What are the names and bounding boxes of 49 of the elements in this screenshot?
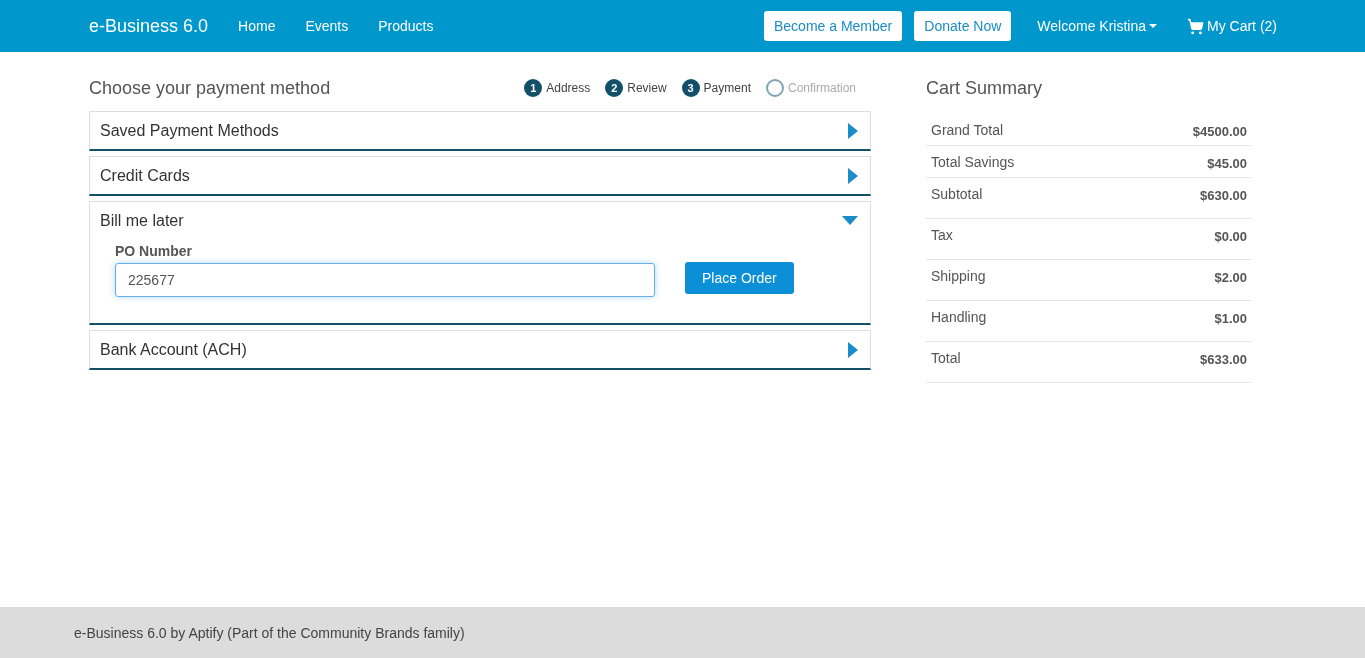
- nav-link[interactable]: Products: [378, 18, 434, 34]
- caret-right-icon: [848, 341, 858, 358]
- nav-button[interactable]: Donate Now: [914, 11, 1012, 41]
- summary-label: Shipping: [931, 268, 986, 284]
- accordion-header[interactable]: Bill me later: [90, 202, 870, 239]
- summary-value: $1.00: [1214, 310, 1247, 326]
- accordion-header[interactable]: Bank Account (ACH): [90, 331, 870, 368]
- summary-value: $4500.00: [1192, 123, 1247, 139]
- summary-value: $633.00: [1200, 351, 1247, 367]
- summary-label: Subtotal: [931, 186, 983, 202]
- caret-right-icon: [848, 122, 858, 139]
- step-marker: 1: [524, 79, 543, 97]
- summary-value: $630.00: [1200, 187, 1247, 203]
- field-label: PO Number: [115, 243, 193, 259]
- step-label: Confirmation: [787, 81, 856, 95]
- summary-label: Handling: [931, 309, 987, 325]
- step-marker: 2: [605, 79, 624, 97]
- accordion-header[interactable]: Credit Cards: [90, 157, 870, 194]
- step-label: Payment: [703, 81, 751, 95]
- accordion-header[interactable]: Saved Payment Methods: [90, 112, 870, 149]
- summary-value: $0.00: [1214, 228, 1247, 244]
- panel-title: Bank Account (ACH): [100, 340, 247, 359]
- summary-label: Tax: [931, 227, 953, 243]
- caret-down-icon: [842, 216, 858, 225]
- section-title: Choose your payment method: [89, 77, 332, 99]
- panel-title: Saved Payment Methods: [100, 121, 279, 140]
- brand-name[interactable]: e-Business 6.0: [89, 15, 209, 37]
- step-label: Address: [546, 81, 591, 95]
- step-marker: 3: [681, 79, 700, 97]
- panel-title: Bill me later: [100, 211, 184, 230]
- cart-icon: [1187, 17, 1204, 35]
- place-order-button[interactable]: Place Order: [685, 262, 794, 294]
- cart-link[interactable]: My Cart (2): [1187, 17, 1277, 35]
- step-label: Review: [627, 81, 667, 95]
- summary-label: Grand Total: [931, 122, 1004, 138]
- po-number-field[interactable]: 225677: [115, 263, 655, 297]
- caret-down-icon: [1149, 24, 1157, 28]
- nav-link[interactable]: Home: [238, 18, 276, 34]
- nav-link[interactable]: Events: [305, 18, 349, 34]
- panel-title: Credit Cards: [100, 166, 190, 185]
- cart-summary-title: Cart Summary: [926, 77, 1043, 100]
- summary-label: Total Savings: [931, 154, 1015, 170]
- summary-value: $2.00: [1214, 269, 1247, 285]
- caret-right-icon: [848, 167, 858, 184]
- summary-label: Total: [931, 350, 961, 366]
- footer-text: e-Business 6.0 by Aptify (Part of the Community Brands family): [74, 624, 465, 641]
- nav-button[interactable]: Become a Member: [764, 11, 903, 41]
- summary-value: $45.00: [1207, 155, 1247, 171]
- user-menu[interactable]: Welcome Kristina: [1037, 18, 1157, 34]
